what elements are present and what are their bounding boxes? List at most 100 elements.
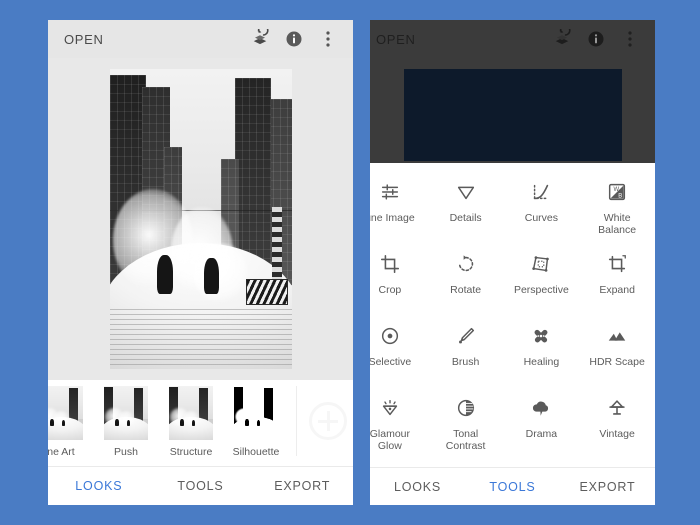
tool-grainy-film[interactable]: [370, 461, 428, 467]
photo-steam: [193, 243, 248, 303]
tool-tune-image[interactable]: une Image: [370, 173, 428, 241]
tab-export[interactable]: EXPORT: [560, 480, 655, 494]
tonal-contrast-icon: [455, 395, 477, 421]
tool-healing[interactable]: Healing: [504, 317, 580, 385]
tool-grunge[interactable]: [504, 461, 580, 467]
tool-crop[interactable]: Crop: [370, 245, 428, 313]
photo-road: [109, 309, 292, 369]
tool-tonal-contrast[interactable]: Tonal Contrast: [428, 389, 504, 457]
look-item[interactable]: Silhouette: [225, 386, 287, 458]
info-icon[interactable]: [281, 26, 307, 52]
curves-icon: [530, 179, 552, 205]
crop-icon: [379, 251, 401, 277]
tool-perspective[interactable]: Perspective: [504, 245, 580, 313]
tool-glamour-glow[interactable]: Glamour Glow: [370, 389, 428, 457]
right-tabbar: LOOKS TOOLS EXPORT: [370, 467, 655, 505]
tool-white-balance[interactable]: W B White Balance: [579, 173, 655, 241]
tab-looks[interactable]: LOOKS: [48, 479, 150, 493]
tab-tools[interactable]: TOOLS: [150, 479, 252, 493]
tool-label: Crop: [378, 284, 402, 296]
expand-icon: [606, 251, 628, 277]
tool-label: Rotate: [450, 284, 482, 296]
drama-icon: [530, 395, 552, 421]
add-look-icon[interactable]: [296, 386, 353, 456]
overflow-menu-icon[interactable]: [315, 26, 341, 52]
tool-label: Drama: [525, 428, 558, 440]
left-topbar: OPEN: [48, 20, 353, 58]
tool-curves[interactable]: Curves: [504, 173, 580, 241]
look-label: ne Art: [48, 446, 75, 458]
vintage-icon: [606, 395, 628, 421]
look-thumbnail: [234, 386, 278, 440]
tab-export[interactable]: EXPORT: [251, 479, 353, 493]
look-label: Structure: [169, 446, 213, 458]
layers-undo-icon[interactable]: [549, 26, 575, 52]
photo-person: [156, 255, 174, 294]
right-topbar: OPEN: [370, 20, 655, 58]
tab-tools[interactable]: TOOLS: [465, 480, 560, 494]
tune-image-icon: [379, 179, 401, 205]
overflow-menu-icon[interactable]: [617, 26, 643, 52]
tool-drama[interactable]: Drama: [504, 389, 580, 457]
dimmed-photo-stage: [370, 58, 655, 163]
tool-label: Selective: [370, 356, 412, 368]
tool-selective[interactable]: Selective: [370, 317, 428, 385]
tool-label: Healing: [523, 356, 560, 368]
look-label: Push: [114, 446, 138, 458]
photo-person: [204, 258, 219, 294]
open-label[interactable]: OPEN: [64, 32, 104, 47]
photo-stage: [48, 58, 353, 380]
tool-brush[interactable]: Brush: [428, 317, 504, 385]
tool-details[interactable]: Details: [428, 173, 504, 241]
photo-frame[interactable]: [109, 69, 292, 369]
tool-label: HDR Scape: [589, 356, 645, 368]
tool-label: Details: [449, 212, 482, 224]
layers-undo-icon[interactable]: [247, 26, 273, 52]
tools-sheet: une Image Details Curves W B White Balan…: [370, 163, 655, 467]
left-phone-panel: OPEN ne Art Push Structure Silhouette LO…: [48, 20, 353, 505]
hdr-scape-icon: [606, 323, 628, 349]
svg-text:B: B: [618, 194, 622, 200]
tool-label: Curves: [524, 212, 558, 224]
tools-grid: une Image Details Curves W B White Balan…: [370, 173, 655, 467]
svg-text:W: W: [614, 187, 620, 193]
healing-icon: [530, 323, 552, 349]
tool-label: Vintage: [599, 428, 635, 440]
dimmed-photo: [403, 68, 622, 161]
selective-icon: [379, 323, 401, 349]
perspective-icon: [530, 251, 552, 277]
left-tabbar: LOOKS TOOLS EXPORT: [48, 466, 353, 505]
info-icon[interactable]: [583, 26, 609, 52]
details-icon: [455, 179, 477, 205]
right-phone-panel: OPEN une Image Details Curves W B White …: [370, 20, 655, 505]
tab-looks[interactable]: LOOKS: [370, 480, 465, 494]
look-item[interactable]: Push: [95, 386, 157, 458]
photo-barrier: [245, 279, 288, 305]
tool-rotate[interactable]: Rotate: [428, 245, 504, 313]
edited-photo: [109, 69, 292, 369]
looks-filmstrip[interactable]: ne Art Push Structure Silhouette: [48, 380, 353, 466]
photo-pole: [271, 207, 283, 285]
open-label[interactable]: OPEN: [376, 32, 416, 47]
tool-label: une Image: [370, 212, 415, 224]
tool-label: Brush: [451, 356, 480, 368]
tool-label: Expand: [599, 284, 635, 296]
tool-label: Glamour Glow: [370, 428, 410, 452]
tool-vintage[interactable]: Vintage: [579, 389, 655, 457]
tool-label: Tonal Contrast: [445, 428, 486, 452]
look-item[interactable]: ne Art: [48, 386, 92, 458]
look-thumbnail: [48, 386, 83, 440]
glamour-glow-icon: [379, 395, 401, 421]
look-label: Silhouette: [232, 446, 280, 458]
tool-expand[interactable]: Expand: [579, 245, 655, 313]
tool-retrolux[interactable]: [428, 461, 504, 467]
white-balance-icon: W B: [606, 179, 628, 205]
tool-label: White Balance: [598, 212, 637, 236]
tool-hdr-scape[interactable]: HDR Scape: [579, 317, 655, 385]
rotate-icon: [455, 251, 477, 277]
look-thumbnail: [169, 386, 213, 440]
tool-frames[interactable]: [579, 461, 655, 467]
tool-label: Perspective: [513, 284, 569, 296]
look-item[interactable]: Structure: [160, 386, 222, 458]
brush-icon: [455, 323, 477, 349]
